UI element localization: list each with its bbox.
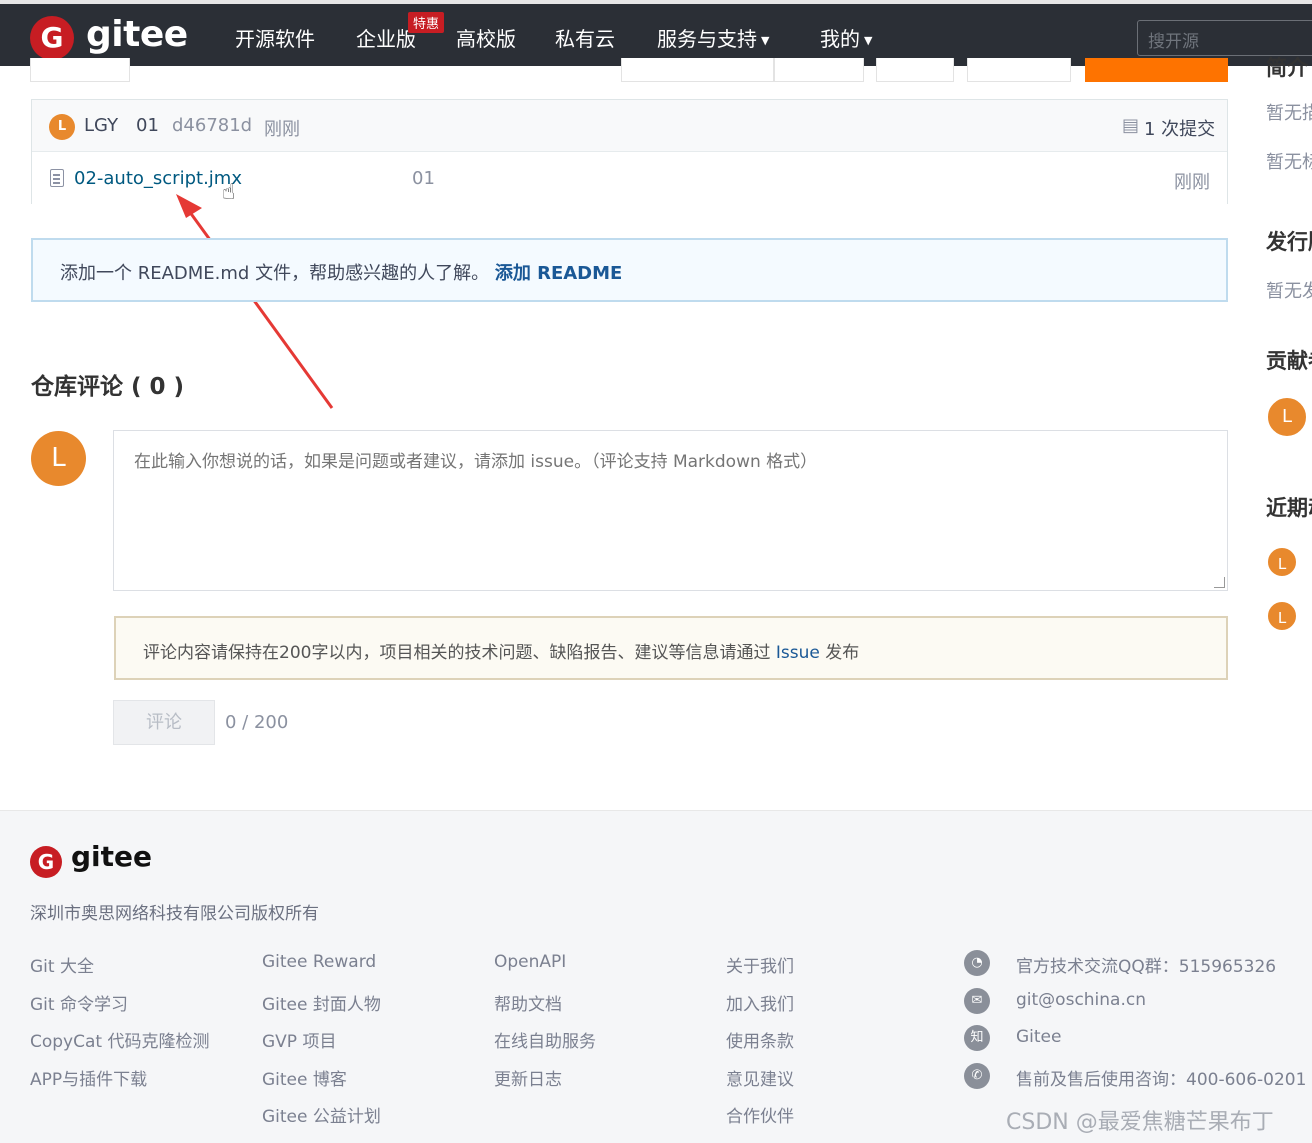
footer: G gitee 深圳市奥思网络科技有限公司版权所有 Git 大全 Git 命令学… bbox=[0, 810, 1312, 1143]
notice-text: 评论内容请保持在200字以内，项目相关的技术问题、缺陷报告、建议等信息请通过 bbox=[143, 643, 771, 663]
file-name-link[interactable]: 02-auto_script.jmx bbox=[74, 168, 242, 189]
footer-link[interactable]: OpenAPI bbox=[494, 952, 566, 972]
char-counter: 0 / 200 bbox=[225, 712, 289, 733]
footer-contact-zhihu[interactable]: Gitee bbox=[1016, 1027, 1061, 1047]
footer-link[interactable]: 使用条款 bbox=[726, 1027, 794, 1052]
footer-link[interactable]: Gitee Reward bbox=[262, 952, 376, 972]
footer-logo-icon[interactable]: G bbox=[30, 846, 62, 878]
sidebar-releases-title[interactable]: 发行版 bbox=[1266, 226, 1312, 256]
sidebar-no-tags: 暂无标签 bbox=[1266, 152, 1312, 173]
activity-avatar[interactable]: L bbox=[1266, 600, 1298, 632]
nav-private-cloud[interactable]: 私有云 bbox=[555, 23, 615, 52]
gitee-logo-text[interactable]: gitee bbox=[86, 14, 188, 55]
hand-cursor-icon: ☝ bbox=[222, 180, 236, 205]
caret-down-icon: ▼ bbox=[761, 34, 770, 47]
footer-link[interactable]: Gitee 博客 bbox=[262, 1065, 347, 1090]
commit-header: L LGY 01 d46781d 刚刚 ▤ 1 次提交 bbox=[32, 100, 1227, 152]
footer-link[interactable]: 更新日志 bbox=[494, 1065, 562, 1090]
submit-comment-button[interactable]: 评论 bbox=[113, 700, 215, 745]
sidebar-no-description: 暂无描述 bbox=[1266, 103, 1312, 124]
footer-link[interactable]: Git 大全 bbox=[30, 952, 94, 977]
phone-icon: ✆ bbox=[964, 1063, 990, 1089]
nav-services-label: 服务与支持 bbox=[657, 27, 757, 51]
nav-open-source[interactable]: 开源软件 bbox=[235, 23, 315, 52]
sidebar-contributors-title[interactable]: 贡献者 bbox=[1266, 345, 1312, 375]
pull-request-button[interactable] bbox=[621, 58, 774, 82]
comments-title: 仓库评论 ( 0 ) bbox=[31, 374, 185, 400]
footer-link[interactable]: 合作伙伴 bbox=[726, 1102, 794, 1127]
sidebar-no-releases: 暂无发行版 bbox=[1266, 281, 1312, 302]
author-avatar[interactable]: L bbox=[49, 114, 75, 140]
commit-time: 刚刚 bbox=[264, 119, 300, 140]
footer-link[interactable]: Gitee 公益计划 bbox=[262, 1102, 381, 1127]
footer-link[interactable]: 帮助文档 bbox=[494, 990, 562, 1015]
file-time: 刚刚 bbox=[1174, 172, 1210, 193]
contributor-avatar[interactable]: L bbox=[1266, 396, 1308, 438]
nav-mine-label: 我的 bbox=[820, 27, 860, 51]
comment-notice: 评论内容请保持在200字以内，项目相关的技术问题、缺陷报告、建议等信息请通过 I… bbox=[114, 616, 1228, 680]
commit-count-icon: ▤ bbox=[1122, 115, 1140, 136]
footer-link[interactable]: Gitee 封面人物 bbox=[262, 990, 381, 1015]
promo-badge: 特惠 bbox=[408, 12, 445, 33]
gitee-logo-icon[interactable]: G bbox=[30, 16, 74, 60]
file-row: 02-auto_script.jmx 01 刚刚 bbox=[32, 152, 1227, 204]
footer-link[interactable]: APP与插件下载 bbox=[30, 1065, 147, 1090]
zhihu-icon: 知 bbox=[964, 1025, 990, 1051]
resize-handle-icon[interactable] bbox=[1214, 577, 1225, 588]
caret-down-icon: ▼ bbox=[864, 34, 873, 47]
footer-link[interactable]: 意见建议 bbox=[726, 1065, 794, 1090]
search-input[interactable]: 搜开源 bbox=[1137, 20, 1312, 56]
commit-message[interactable]: 01 bbox=[136, 115, 159, 136]
issue-link[interactable]: Issue bbox=[776, 643, 820, 663]
add-readme-link[interactable]: 添加 README bbox=[495, 263, 623, 284]
commit-hash[interactable]: d46781d bbox=[172, 115, 252, 136]
nav-mine[interactable]: 我的 ▼ bbox=[820, 23, 872, 52]
footer-copyright: 深圳市奥思网络科技有限公司版权所有 bbox=[30, 904, 319, 924]
sidebar-intro-title: 简介 bbox=[1266, 56, 1308, 80]
nav-services[interactable]: 服务与支持 ▼ bbox=[657, 23, 769, 52]
footer-link[interactable]: 加入我们 bbox=[726, 990, 794, 1015]
issues-button[interactable] bbox=[774, 58, 864, 82]
top-navbar: G gitee 开源软件 企业版 特惠 高校版 私有云 服务与支持 ▼ 我的 ▼ 搜… bbox=[0, 0, 1312, 66]
file-commit-message[interactable]: 01 bbox=[412, 168, 435, 189]
footer-link[interactable]: GVP 项目 bbox=[262, 1027, 336, 1052]
footer-link[interactable]: 在线自助服务 bbox=[494, 1027, 596, 1052]
clone-download-button[interactable] bbox=[1085, 58, 1228, 82]
readme-tip: 添加一个 README.md 文件，帮助感兴趣的人了解。 添加 README bbox=[31, 238, 1228, 302]
footer-link[interactable]: CopyCat 代码克隆检测 bbox=[30, 1027, 209, 1052]
activity-avatar[interactable]: L bbox=[1266, 546, 1298, 578]
csdn-watermark: CSDN @最爱焦糖芒果布丁 bbox=[1006, 1110, 1274, 1135]
web-ide-button[interactable] bbox=[967, 58, 1071, 82]
readme-tip-text: 添加一个 README.md 文件，帮助感兴趣的人了解。 bbox=[60, 263, 490, 284]
file-button[interactable] bbox=[876, 58, 954, 82]
user-avatar[interactable]: L bbox=[31, 431, 86, 486]
latest-commit-box: L LGY 01 d46781d 刚刚 ▤ 1 次提交 02-auto_scri… bbox=[31, 99, 1228, 204]
qq-icon: ◔ bbox=[964, 950, 990, 976]
mail-icon: ✉ bbox=[964, 988, 990, 1014]
branch-select-button[interactable] bbox=[30, 58, 130, 82]
commit-author[interactable]: LGY bbox=[84, 115, 118, 136]
sidebar-activity-title: 近期动态 bbox=[1266, 496, 1312, 520]
footer-link[interactable]: 关于我们 bbox=[726, 952, 794, 977]
commit-count[interactable]: 1 次提交 bbox=[1144, 115, 1215, 141]
footer-contact-email[interactable]: git@oschina.cn bbox=[1016, 990, 1146, 1010]
file-icon bbox=[50, 169, 64, 187]
comment-textarea[interactable] bbox=[113, 430, 1228, 591]
notice-suffix: 发布 bbox=[825, 643, 860, 663]
nav-university[interactable]: 高校版 bbox=[456, 23, 516, 52]
footer-contact-phone: 售前及售后使用咨询：400-606-0201 bbox=[1016, 1070, 1307, 1090]
footer-contact-qq: 官方技术交流QQ群：515965326 bbox=[1016, 957, 1277, 977]
nav-enterprise[interactable]: 企业版 bbox=[356, 23, 416, 52]
footer-link[interactable]: Git 命令学习 bbox=[30, 990, 128, 1015]
footer-logo-text[interactable]: gitee bbox=[71, 840, 152, 873]
